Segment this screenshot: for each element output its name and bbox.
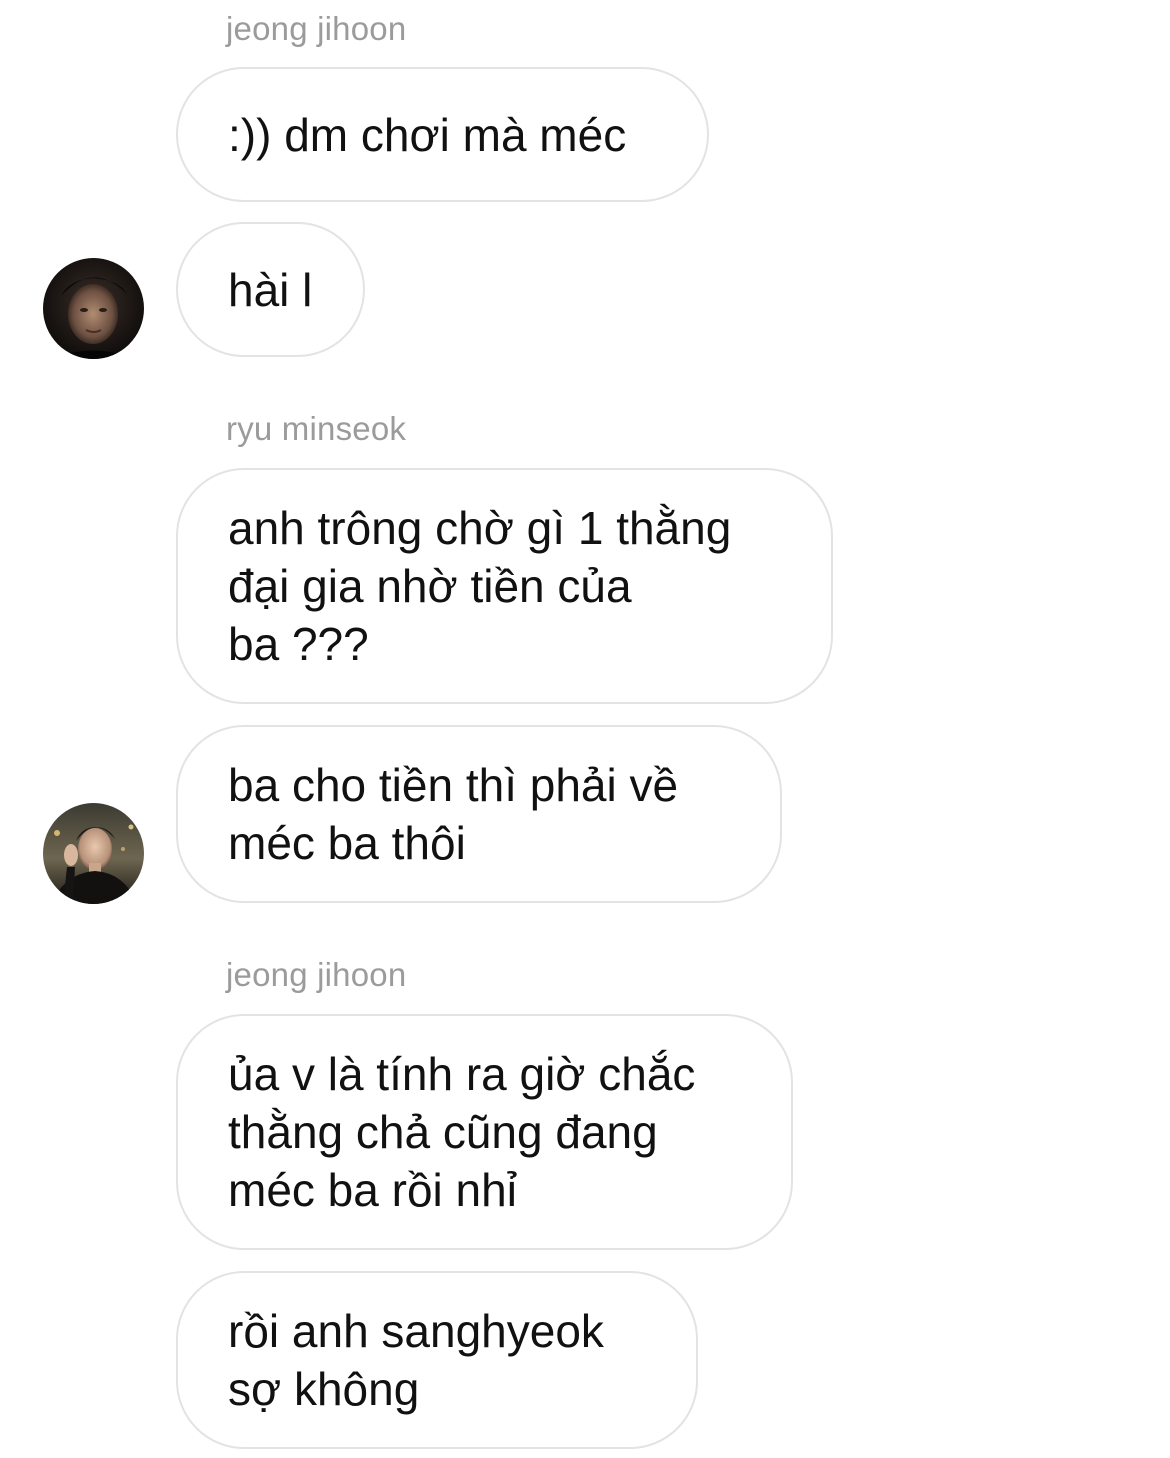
message-text: ba cho tiền thì phải về méc ba thôi xyxy=(228,759,679,869)
message-bubble[interactable]: :)) dm chơi mà méc xyxy=(176,67,709,202)
sender-name: jeong jihoon xyxy=(226,10,407,47)
message-text: rồi anh sanghyeok sợ không xyxy=(228,1305,604,1415)
message-text: anh trông chờ gì 1 thằng đại gia nhờ tiề… xyxy=(228,502,732,670)
message-text: :)) dm chơi mà méc xyxy=(228,108,627,161)
message-text: hài l xyxy=(228,263,313,316)
message-text: ủa v là tính ra giờ chắc thằng chả cũng … xyxy=(228,1048,696,1216)
message-bubble[interactable]: ủa v là tính ra giờ chắc thằng chả cũng … xyxy=(176,1014,793,1250)
sender-name: ryu minseok xyxy=(226,410,407,447)
message-bubble[interactable]: hài l xyxy=(176,222,365,357)
sender-name: jeong jihoon xyxy=(226,956,407,993)
message-bubble[interactable]: rồi anh sanghyeok sợ không xyxy=(176,1271,698,1449)
user-avatar-dark-portrait-icon[interactable] xyxy=(43,258,144,359)
user-avatar-selfie-night-icon[interactable] xyxy=(43,803,144,904)
message-bubble[interactable]: anh trông chờ gì 1 thằng đại gia nhờ tiề… xyxy=(176,468,833,704)
message-bubble[interactable]: ba cho tiền thì phải về méc ba thôi xyxy=(176,725,782,903)
